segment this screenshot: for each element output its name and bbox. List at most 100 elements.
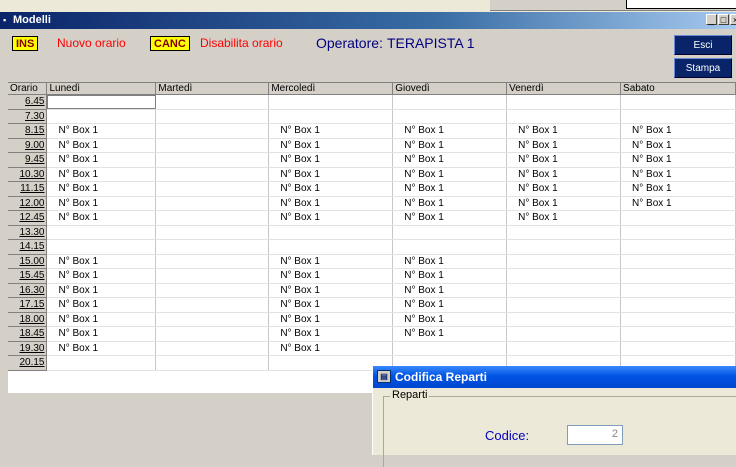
schedule-cell[interactable] [392, 225, 508, 240]
minimize-button[interactable]: _ [706, 14, 717, 25]
time-slot-cell[interactable]: 10.30 [8, 167, 48, 182]
schedule-cell[interactable] [392, 109, 508, 124]
time-slot-cell[interactable]: 9.00 [8, 138, 48, 153]
schedule-cell[interactable]: N° Box 1 [268, 196, 394, 211]
schedule-cell[interactable]: N° Box 1 [268, 312, 394, 327]
schedule-cell[interactable] [620, 326, 736, 342]
schedule-cell[interactable]: N° Box 1 [268, 326, 394, 342]
schedule-cell[interactable] [155, 268, 270, 284]
schedule-cell[interactable] [392, 239, 508, 255]
window-titlebar[interactable]: ▪ Modelli _ □ × [0, 12, 736, 29]
schedule-cell[interactable]: N° Box 1 [506, 181, 622, 197]
schedule-cell[interactable]: N° Box 1 [506, 152, 622, 168]
time-slot-cell[interactable]: 19.30 [8, 341, 48, 356]
schedule-cell[interactable]: N° Box 1 [620, 196, 736, 211]
schedule-cell[interactable]: N° Box 1 [46, 312, 157, 327]
schedule-cell[interactable]: N° Box 1 [620, 167, 736, 182]
schedule-cell[interactable] [46, 109, 157, 124]
schedule-cell[interactable]: N° Box 1 [46, 167, 157, 182]
schedule-cell[interactable] [155, 355, 270, 371]
schedule-cell[interactable]: N° Box 1 [46, 268, 157, 284]
schedule-cell[interactable] [506, 312, 622, 327]
schedule-cell[interactable] [155, 181, 270, 197]
schedule-cell[interactable]: N° Box 1 [392, 283, 508, 298]
time-slot-cell[interactable]: 9.45 [8, 152, 48, 168]
time-slot-cell[interactable]: 18.00 [8, 312, 48, 327]
schedule-cell[interactable] [620, 268, 736, 284]
schedule-cell[interactable] [620, 283, 736, 298]
schedule-cell[interactable] [268, 94, 394, 110]
time-slot-cell[interactable]: 12.00 [8, 196, 48, 211]
schedule-cell[interactable] [155, 167, 270, 182]
schedule-cell[interactable]: N° Box 1 [268, 268, 394, 284]
time-slot-cell[interactable]: 12.45 [8, 210, 48, 226]
column-header-day[interactable]: Lunedì [46, 83, 157, 95]
column-header-day[interactable]: Mercoledì [268, 83, 394, 95]
schedule-cell[interactable] [620, 210, 736, 226]
schedule-cell[interactable]: N° Box 1 [46, 123, 157, 139]
schedule-cell[interactable]: N° Box 1 [506, 167, 622, 182]
schedule-cell[interactable] [506, 283, 622, 298]
time-slot-cell[interactable]: 20.15 [8, 355, 48, 371]
schedule-cell[interactable] [268, 225, 394, 240]
schedule-cell[interactable] [46, 355, 157, 371]
schedule-cell[interactable]: N° Box 1 [46, 341, 157, 356]
schedule-cell[interactable] [506, 225, 622, 240]
schedule-cell[interactable] [506, 254, 622, 269]
schedule-cell[interactable]: N° Box 1 [620, 123, 736, 139]
schedule-cell[interactable]: N° Box 1 [268, 181, 394, 197]
schedule-cell[interactable]: N° Box 1 [268, 341, 394, 356]
schedule-cell[interactable]: N° Box 1 [268, 167, 394, 182]
schedule-cell[interactable] [506, 239, 622, 255]
esci-button[interactable]: Esci [674, 35, 732, 55]
time-slot-cell[interactable]: 11.15 [8, 181, 48, 197]
time-slot-cell[interactable]: 18.45 [8, 326, 48, 342]
schedule-cell[interactable] [155, 94, 270, 110]
schedule-cell[interactable] [155, 297, 270, 313]
schedule-cell[interactable] [620, 341, 736, 356]
schedule-cell[interactable]: N° Box 1 [268, 123, 394, 139]
schedule-cell[interactable]: N° Box 1 [506, 138, 622, 153]
codifica-reparti-dialog[interactable]: ▤ Codifica Reparti Reparti Codice: 2 [372, 366, 736, 467]
schedule-cell[interactable] [620, 225, 736, 240]
schedule-cell[interactable] [506, 297, 622, 313]
schedule-cell[interactable]: N° Box 1 [392, 326, 508, 342]
schedule-cell[interactable] [155, 326, 270, 342]
stampa-button[interactable]: Stampa [674, 58, 732, 78]
maximize-button[interactable]: □ [718, 14, 729, 25]
schedule-cell[interactable] [155, 109, 270, 124]
schedule-cell[interactable]: N° Box 1 [46, 210, 157, 226]
schedule-cell[interactable] [155, 312, 270, 327]
schedule-cell[interactable]: N° Box 1 [268, 297, 394, 313]
schedule-cell[interactable]: N° Box 1 [268, 138, 394, 153]
schedule-cell[interactable]: N° Box 1 [506, 210, 622, 226]
schedule-cell[interactable] [155, 210, 270, 226]
column-header-orario[interactable]: Orario [8, 83, 48, 95]
schedule-cell[interactable]: N° Box 1 [620, 181, 736, 197]
column-header-day[interactable]: Giovedì [392, 83, 508, 95]
schedule-cell[interactable] [392, 341, 508, 356]
schedule-cell[interactable]: N° Box 1 [392, 123, 508, 139]
schedule-cell[interactable] [392, 94, 508, 110]
time-slot-cell[interactable]: 14.15 [8, 239, 48, 255]
schedule-cell[interactable]: N° Box 1 [392, 268, 508, 284]
schedule-cell[interactable] [620, 254, 736, 269]
schedule-cell[interactable] [506, 109, 622, 124]
time-slot-cell[interactable]: 8.15 [8, 123, 48, 139]
schedule-cell[interactable] [155, 152, 270, 168]
schedule-cell[interactable] [155, 196, 270, 211]
schedule-cell[interactable] [268, 109, 394, 124]
schedule-cell[interactable]: N° Box 1 [268, 283, 394, 298]
schedule-cell[interactable]: N° Box 1 [46, 297, 157, 313]
schedule-cell[interactable]: N° Box 1 [392, 196, 508, 211]
schedule-cell[interactable]: N° Box 1 [46, 181, 157, 197]
schedule-cell[interactable] [268, 239, 394, 255]
schedule-cell[interactable]: N° Box 1 [392, 167, 508, 182]
schedule-cell[interactable]: N° Box 1 [620, 152, 736, 168]
schedule-cell[interactable] [155, 283, 270, 298]
schedule-cell[interactable] [46, 225, 157, 240]
schedule-cell[interactable]: N° Box 1 [268, 254, 394, 269]
schedule-cell[interactable] [620, 94, 736, 110]
schedule-cell[interactable]: N° Box 1 [392, 312, 508, 327]
schedule-cell[interactable]: N° Box 1 [268, 152, 394, 168]
